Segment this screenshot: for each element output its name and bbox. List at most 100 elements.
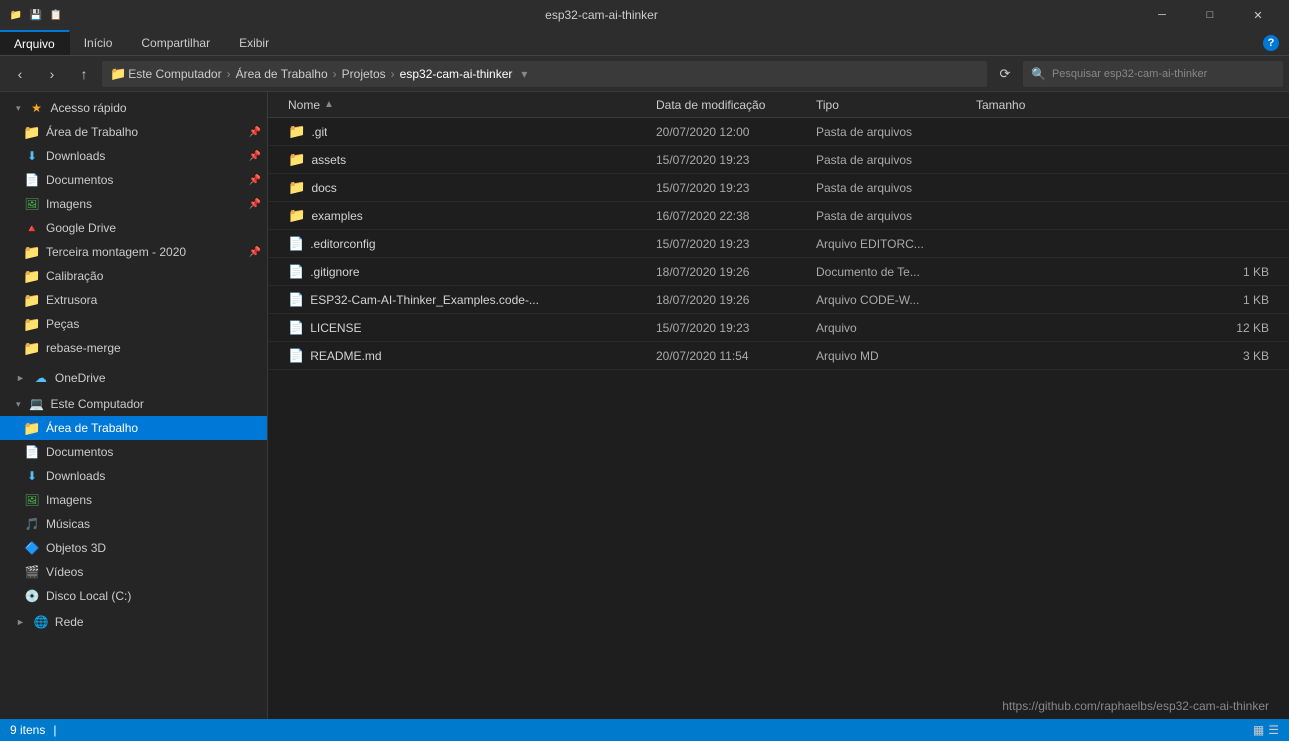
sidebar-item-desktop-computer[interactable]: 📁 Área de Trabalho <box>0 416 267 440</box>
tab-exibir[interactable]: Exibir <box>225 30 284 55</box>
sidebar-item-rebase[interactable]: 📁 rebase-merge <box>0 336 267 360</box>
sidebar-item-label: Calibração <box>46 269 103 283</box>
file-name-text: .git <box>311 125 327 139</box>
sidebar-item-terceira[interactable]: 📁 Terceira montagem - 2020 📌 <box>0 240 267 264</box>
view-icon-list[interactable]: ☰ <box>1268 723 1279 737</box>
breadcrumb-current: esp32-cam-ai-thinker <box>400 67 513 81</box>
sidebar-item-downloads-computer[interactable]: ⬇ Downloads <box>0 464 267 488</box>
tab-inicio[interactable]: Início <box>70 30 128 55</box>
view-icon-grid[interactable]: ▦ <box>1253 723 1264 737</box>
help-icon: ? <box>1263 35 1279 51</box>
sidebar-item-label: rebase-merge <box>46 341 121 355</box>
window-title: esp32-cam-ai-thinker <box>70 8 1133 22</box>
sidebar-item-documents-computer[interactable]: 📄 Documentos <box>0 440 267 464</box>
file-name-text: assets <box>311 153 346 167</box>
sidebar-item-musicas[interactable]: 🎵 Músicas <box>0 512 267 536</box>
sidebar-item-images-quick[interactable]: 🖼 Imagens 📌 <box>0 192 267 216</box>
sidebar-item-videos[interactable]: 🎬 Vídeos <box>0 560 267 584</box>
file-date-cell: 18/07/2020 19:26 <box>648 265 808 279</box>
file-type-cell: Pasta de arquivos <box>808 153 968 167</box>
table-row[interactable]: 📄 .gitignore 18/07/2020 19:26 Documento … <box>268 258 1289 286</box>
sidebar-item-label: Vídeos <box>46 565 83 579</box>
col-header-type[interactable]: Tipo <box>808 98 968 112</box>
col-header-name[interactable]: Nome ▲ <box>268 98 648 112</box>
table-row[interactable]: 📄 LICENSE 15/07/2020 19:23 Arquivo 12 KB <box>268 314 1289 342</box>
breadcrumb-item-2[interactable]: Área de Trabalho <box>236 67 328 81</box>
table-row[interactable]: 📁 assets 15/07/2020 19:23 Pasta de arqui… <box>268 146 1289 174</box>
sidebar-item-downloads-quick[interactable]: ⬇ Downloads 📌 <box>0 144 267 168</box>
sidebar-item-calibracao[interactable]: 📁 Calibração <box>0 264 267 288</box>
table-row[interactable]: 📄 README.md 20/07/2020 11:54 Arquivo MD … <box>268 342 1289 370</box>
sidebar-item-label: Documentos <box>46 445 113 459</box>
file-name-cell: 📄 README.md <box>268 348 648 364</box>
col-header-size[interactable]: Tamanho <box>968 98 1289 112</box>
back-button[interactable]: ‹ <box>6 60 34 88</box>
sidebar-item-images-computer[interactable]: 🖼 Imagens <box>0 488 267 512</box>
table-row[interactable]: 📄 .editorconfig 15/07/2020 19:23 Arquivo… <box>268 230 1289 258</box>
minimize-button[interactable]: ─ <box>1139 0 1185 30</box>
file-name-text: ESP32-Cam-AI-Thinker_Examples.code-... <box>310 293 539 307</box>
sidebar-item-pecas[interactable]: 📁 Peças <box>0 312 267 336</box>
folder-yellow-icon: 📁 <box>24 244 40 260</box>
file-size-cell: 1 KB <box>968 293 1289 307</box>
sidebar-item-label: Documentos <box>46 173 113 187</box>
file-type-cell: Arquivo MD <box>808 349 968 363</box>
folder-blue-icon: 📁 <box>24 124 40 140</box>
file-icon: 📁 <box>288 179 305 196</box>
breadcrumb[interactable]: 📁 Este Computador › Área de Trabalho › P… <box>102 61 987 87</box>
sidebar-item-documents-quick[interactable]: 📄 Documentos 📌 <box>0 168 267 192</box>
file-type-cell: Arquivo EDITORC... <box>808 237 968 251</box>
breadcrumb-item-3[interactable]: Projetos <box>342 67 386 81</box>
sidebar-item-onedrive[interactable]: ► ☁ OneDrive <box>0 366 267 390</box>
music-icon: 🎵 <box>24 516 40 532</box>
forward-button[interactable]: › <box>38 60 66 88</box>
refresh-button[interactable]: ⟳ <box>991 60 1019 88</box>
sidebar-item-computer[interactable]: ▾ 💻 Este Computador <box>0 392 267 416</box>
file-icon: 📄 <box>288 348 304 364</box>
maximize-button[interactable]: □ <box>1187 0 1233 30</box>
file-icon: 📄 <box>288 292 304 308</box>
status-right: ▦ ☰ <box>1253 723 1279 737</box>
file-name-cell: 📄 .gitignore <box>268 264 648 280</box>
sidebar-item-label: Extrusora <box>46 293 97 307</box>
file-rows-container: 📁 .git 20/07/2020 12:00 Pasta de arquivo… <box>268 118 1289 370</box>
sidebar-item-drive-c[interactable]: 💿 Disco Local (C:) <box>0 584 267 608</box>
sidebar-item-googledrive[interactable]: 🔺 Google Drive <box>0 216 267 240</box>
sidebar-section-quick-access[interactable]: ▾ ★ Acesso rápido <box>0 96 267 120</box>
search-bar[interactable]: 🔍 Pesquisar esp32-cam-ai-thinker <box>1023 61 1283 87</box>
up-button[interactable]: ↑ <box>70 60 98 88</box>
tab-arquivo[interactable]: Arquivo <box>0 30 70 55</box>
pin-icon: 📌 <box>249 127 261 138</box>
breadcrumb-dropdown[interactable]: ▾ <box>514 61 534 87</box>
file-date-cell: 15/07/2020 19:23 <box>648 237 808 251</box>
sidebar-item-label: Imagens <box>46 197 92 211</box>
help-button[interactable]: ? <box>1253 30 1289 55</box>
file-name-text: docs <box>311 181 336 195</box>
star-icon: ★ <box>29 100 45 116</box>
col-header-date[interactable]: Data de modificação <box>648 98 808 112</box>
3d-icon: 🔷 <box>24 540 40 556</box>
video-icon: 🎬 <box>24 564 40 580</box>
file-name-cell: 📄 LICENSE <box>268 320 648 336</box>
folder-icon: 📁 <box>24 268 40 284</box>
sidebar-item-label: Google Drive <box>46 221 116 235</box>
sidebar-item-objetos3d[interactable]: 🔷 Objetos 3D <box>0 536 267 560</box>
ribbon-tabs: Arquivo Início Compartilhar Exibir ? <box>0 30 1289 56</box>
folder-blue-icon: 📁 <box>24 420 40 436</box>
file-size-cell: 3 KB <box>968 349 1289 363</box>
close-button[interactable]: ✕ <box>1235 0 1281 30</box>
table-row[interactable]: 📁 docs 15/07/2020 19:23 Pasta de arquivo… <box>268 174 1289 202</box>
sidebar-item-desktop-quick[interactable]: 📁 Área de Trabalho 📌 <box>0 120 267 144</box>
computer-label: Este Computador <box>51 397 144 411</box>
table-row[interactable]: 📄 ESP32-Cam-AI-Thinker_Examples.code-...… <box>268 286 1289 314</box>
table-row[interactable]: 📁 .git 20/07/2020 12:00 Pasta de arquivo… <box>268 118 1289 146</box>
file-icon: 📄 <box>288 320 304 336</box>
tab-compartilhar[interactable]: Compartilhar <box>127 30 225 55</box>
window-controls: ─ □ ✕ <box>1139 0 1281 30</box>
sidebar-item-network[interactable]: ► 🌐 Rede <box>0 610 267 634</box>
network-label: Rede <box>55 615 84 629</box>
breadcrumb-item-1[interactable]: Este Computador <box>128 67 221 81</box>
folder-icon: 📁 <box>24 316 40 332</box>
sidebar-item-extrusora[interactable]: 📁 Extrusora <box>0 288 267 312</box>
table-row[interactable]: 📁 examples 16/07/2020 22:38 Pasta de arq… <box>268 202 1289 230</box>
